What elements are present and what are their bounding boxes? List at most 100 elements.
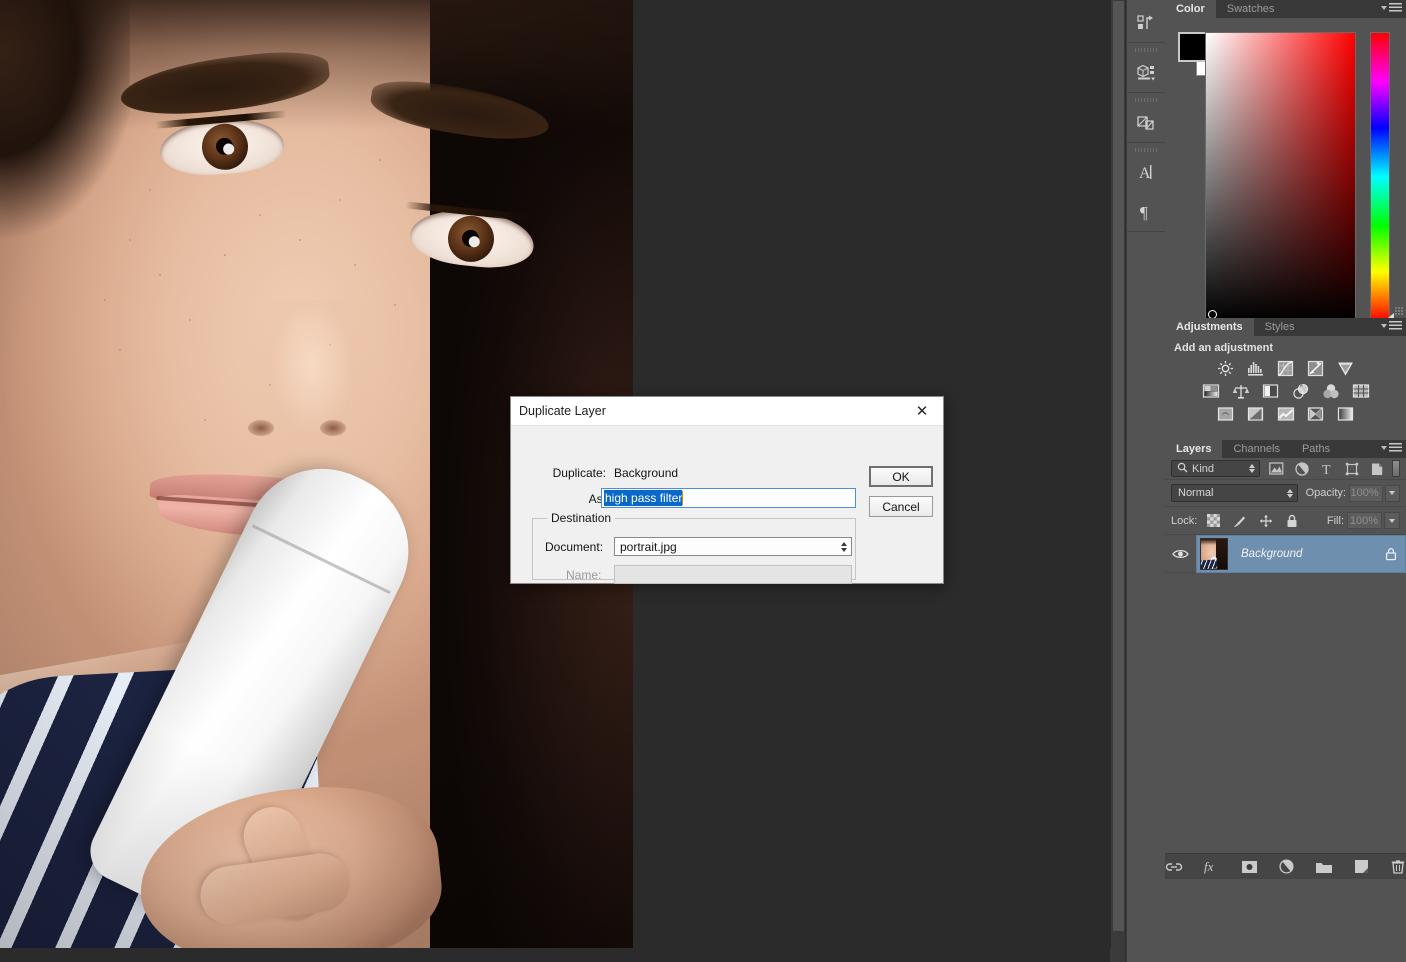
adjustment-icon-grid [1165, 359, 1406, 423]
blend-mode-spinner[interactable] [1287, 489, 1293, 498]
levels-icon[interactable] [1246, 359, 1266, 377]
layers-panel-menu-icon[interactable] [1381, 443, 1402, 452]
search-icon [1177, 462, 1188, 476]
canvas-vertical-scrollbar[interactable] [1110, 0, 1125, 948]
posterize-icon[interactable] [1246, 405, 1266, 423]
tab-channels[interactable]: Channels [1222, 440, 1290, 458]
destination-group-title: Destination [547, 511, 615, 525]
adjustments-panel-menu-icon[interactable] [1381, 321, 1402, 330]
color-balance-icon[interactable] [1231, 382, 1251, 400]
layer-locked-icon [1377, 547, 1405, 561]
threshold-icon[interactable] [1276, 405, 1296, 423]
fill-dropdown-triangle [1389, 519, 1395, 523]
layer-thumbnail[interactable] [1200, 538, 1228, 570]
lock-all-icon[interactable] [1284, 513, 1299, 528]
filter-smart-object-icon[interactable] [1369, 461, 1385, 477]
layer-kind-filter[interactable]: Kind [1171, 460, 1260, 477]
new-layer-icon[interactable] [1353, 858, 1370, 876]
lock-transparent-pixels-icon[interactable] [1206, 513, 1221, 528]
as-input-value: high pass filter [604, 490, 682, 506]
blend-mode-select[interactable]: Normal [1171, 484, 1298, 502]
filter-type-icon[interactable]: T [1319, 461, 1335, 477]
selective-color-icon[interactable] [1306, 405, 1326, 423]
tab-paths[interactable]: Paths [1291, 440, 1341, 458]
layer-name-label[interactable]: Background [1241, 548, 1377, 560]
lock-image-pixels-icon[interactable] [1232, 513, 1247, 528]
invert-icon[interactable] [1216, 405, 1236, 423]
table-row[interactable]: Background [1165, 535, 1406, 573]
new-adjustment-layer-icon[interactable] [1278, 858, 1295, 876]
document-select-value: portrait.jpg [620, 540, 841, 554]
foreground-color-swatch[interactable] [1178, 32, 1208, 62]
svg-text:¶: ¶ [1140, 203, 1148, 222]
dock-group-3d [1127, 43, 1165, 93]
layer-row-selected[interactable]: Background [1196, 535, 1406, 573]
paragraph-icon[interactable]: ¶ [1127, 192, 1165, 231]
dock-grip-3d[interactable] [1127, 46, 1165, 53]
new-group-icon[interactable] [1315, 858, 1333, 876]
layers-panel-footer: fx [1165, 853, 1406, 879]
filter-shape-icon[interactable] [1344, 461, 1360, 477]
close-icon[interactable]: ✕ [901, 397, 943, 425]
fill-value[interactable]: 100% [1347, 512, 1382, 529]
filter-pixel-icon[interactable] [1269, 461, 1285, 477]
duplicate-layer-dialog[interactable]: Duplicate Layer ✕ Duplicate: Background … [510, 396, 944, 584]
filter-adjustment-icon[interactable] [1294, 461, 1310, 477]
black-white-icon[interactable] [1261, 382, 1281, 400]
dialog-title: Duplicate Layer [511, 404, 901, 418]
vibrance-icon[interactable] [1336, 359, 1356, 377]
tab-color[interactable]: Color [1165, 0, 1216, 18]
curves-icon[interactable] [1276, 359, 1296, 377]
opacity-value[interactable]: 100% [1349, 485, 1383, 502]
layer-visibility-eye-icon[interactable] [1165, 548, 1196, 560]
hue-slider[interactable] [1370, 32, 1390, 322]
cancel-button[interactable]: Cancel [869, 496, 933, 517]
filter-enable-toggle[interactable] [1392, 460, 1400, 477]
ok-button[interactable]: OK [869, 466, 933, 487]
svg-text:A: A [1139, 165, 1151, 182]
blend-spinner-down [1287, 494, 1293, 498]
dock-grip-layer-comps[interactable] [1127, 96, 1165, 103]
color-panel-menu-icon[interactable] [1381, 3, 1402, 12]
3d-icon[interactable] [1127, 53, 1165, 92]
color-lookup-icon[interactable] [1351, 382, 1371, 400]
tab-adjustments[interactable]: Adjustments [1165, 318, 1254, 336]
hue-saturation-icon[interactable] [1201, 382, 1221, 400]
color-picker-field[interactable] [1205, 32, 1356, 322]
as-input[interactable]: high pass filter [601, 488, 856, 508]
photo-filter-icon[interactable] [1291, 382, 1311, 400]
history-icon[interactable] [1127, 3, 1165, 42]
exposure-icon[interactable] [1306, 359, 1326, 377]
document-select-spinner[interactable] [841, 542, 847, 552]
fill-dropdown-button[interactable] [1384, 512, 1400, 529]
tab-swatches[interactable]: Swatches [1216, 0, 1286, 18]
tab-paths-label: Paths [1302, 443, 1330, 455]
tab-adjustments-label: Adjustments [1176, 321, 1243, 333]
link-layers-icon[interactable] [1165, 858, 1183, 876]
canvas-vscroll-thumb[interactable] [1113, 1, 1124, 931]
dock-empty-area [1127, 232, 1165, 932]
opacity-dropdown-triangle [1389, 491, 1395, 495]
opacity-dropdown-button[interactable] [1385, 485, 1400, 502]
layer-style-fx-icon[interactable]: fx [1203, 858, 1221, 876]
layers-panel-tabbar: Layers Channels Paths [1165, 440, 1406, 458]
layer-kind-filter-spinner[interactable] [1249, 464, 1255, 473]
color-panel-menu-lines [1389, 3, 1402, 12]
lock-position-icon[interactable] [1258, 513, 1273, 528]
channel-mixer-icon[interactable] [1321, 382, 1341, 400]
delete-layer-icon[interactable] [1389, 858, 1406, 876]
dock-grip-type[interactable] [1127, 146, 1165, 153]
color-panel-menu-triangle [1381, 6, 1387, 10]
dialog-titlebar[interactable]: Duplicate Layer ✕ [511, 397, 943, 426]
add-layer-mask-icon[interactable] [1241, 858, 1258, 876]
document-select[interactable]: portrait.jpg [614, 537, 852, 556]
layer-list[interactable]: Background [1165, 535, 1406, 879]
character-icon[interactable]: A [1127, 153, 1165, 192]
gradient-map-icon[interactable] [1336, 405, 1356, 423]
color-panel-resize-handle[interactable] [1395, 307, 1404, 316]
tab-layers[interactable]: Layers [1165, 440, 1222, 458]
tab-styles[interactable]: Styles [1254, 318, 1306, 336]
document-spinner-up [841, 542, 847, 546]
layer-comps-icon[interactable] [1127, 103, 1165, 142]
brightness-contrast-icon[interactable] [1216, 359, 1236, 377]
